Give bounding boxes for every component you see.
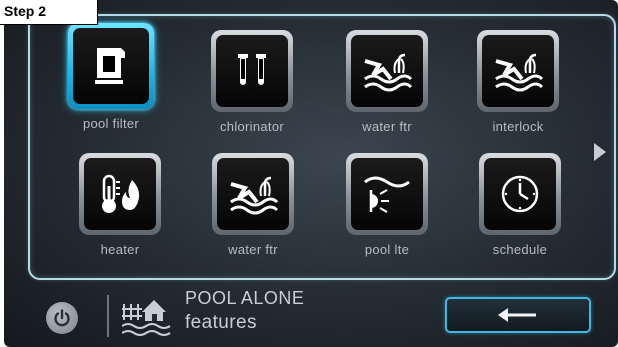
water-feature-icon xyxy=(351,35,423,107)
tile-frame xyxy=(479,153,561,235)
pool-light-icon xyxy=(351,158,423,230)
tile-interlock[interactable]: interlock xyxy=(477,30,559,138)
mode-subtitle: features xyxy=(185,312,257,333)
tile-frame xyxy=(346,30,428,112)
step-label: Step 2 xyxy=(0,0,98,25)
clock-icon xyxy=(484,158,556,230)
tile-frame xyxy=(79,153,161,235)
power-icon xyxy=(54,309,70,327)
mode-title: POOL ALONE xyxy=(185,288,305,308)
tile-pool-filter[interactable]: pool filter xyxy=(68,23,154,133)
tile-label: water ftr xyxy=(362,119,412,134)
footer-bar: POOL ALONE features xyxy=(4,282,618,347)
arrow-left-icon xyxy=(498,308,536,322)
back-button[interactable] xyxy=(445,297,591,333)
tile-frame xyxy=(477,30,559,112)
tile-label: pool lte xyxy=(364,242,410,257)
tile-frame xyxy=(346,153,428,235)
tile-frame xyxy=(68,23,154,109)
tile-frame xyxy=(211,30,293,112)
next-page-arrow-icon[interactable] xyxy=(594,143,606,161)
tile-label: schedule xyxy=(492,242,548,257)
tile-water-feature-2[interactable]: water ftr xyxy=(212,153,294,261)
tile-label: pool filter xyxy=(82,116,140,131)
water-feature-icon xyxy=(482,35,554,107)
tile-schedule[interactable]: schedule xyxy=(479,153,561,261)
tile-heater[interactable]: heater xyxy=(79,153,161,261)
tile-label: water ftr xyxy=(228,242,278,257)
tile-label: heater xyxy=(100,242,140,257)
tile-pool-light[interactable]: pool lte xyxy=(346,153,428,261)
tile-label: interlock xyxy=(492,119,544,134)
pool-filter-icon xyxy=(73,28,149,104)
divider xyxy=(107,295,109,337)
heater-icon xyxy=(84,158,156,230)
pool-house-icon xyxy=(121,296,174,338)
water-feature-icon xyxy=(217,158,289,230)
tile-chlorinator[interactable]: chlorinator xyxy=(211,30,293,138)
tile-water-feature-1[interactable]: water ftr xyxy=(346,30,428,138)
chlorinator-icon xyxy=(216,35,288,107)
tile-frame xyxy=(212,153,294,235)
power-button[interactable] xyxy=(46,302,78,334)
tile-label: chlorinator xyxy=(220,119,284,134)
